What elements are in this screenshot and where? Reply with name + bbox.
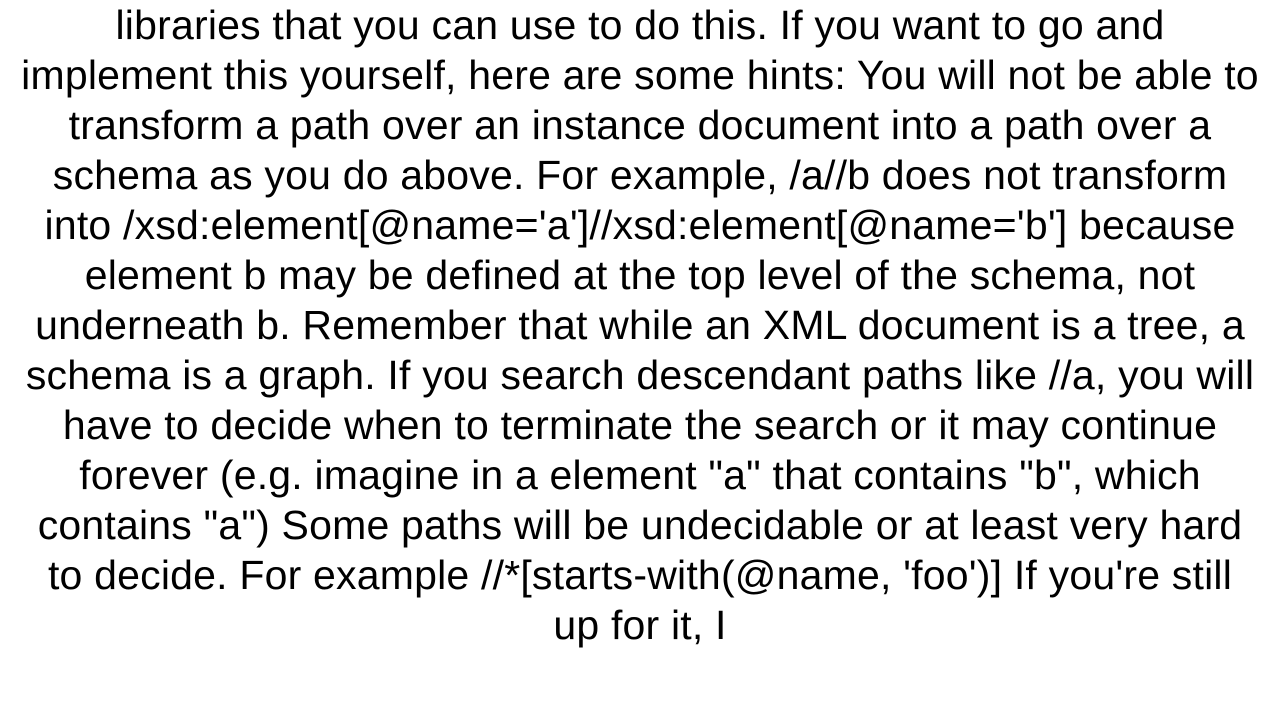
document-container: libraries that you can use to do this. I… [0, 0, 1280, 720]
body-text: libraries that you can use to do this. I… [20, 0, 1260, 650]
